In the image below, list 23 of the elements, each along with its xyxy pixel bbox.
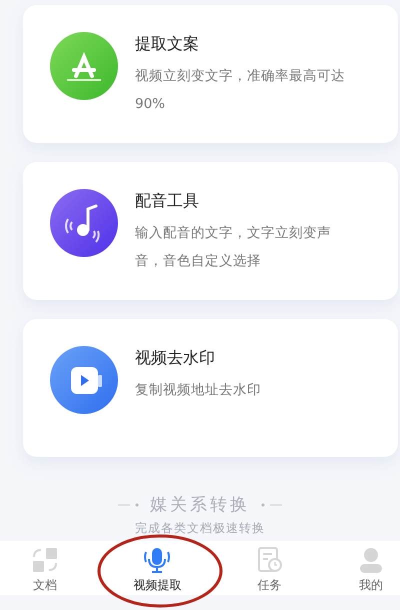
feature-description: 视频立刻变文字，准确率最高可达90% [135,67,345,114]
feature-title: 提取文案 [135,33,200,55]
feature-card[interactable]: 提取文案 视频立刻变文字，准确率最高可达90% [23,5,398,143]
feature-description: 复制视频地址去水印 [135,381,262,400]
video-play-icon [50,346,118,414]
music-note-icon [50,189,118,257]
microphone-icon [143,547,172,573]
feature-title: 视频去水印 [135,347,216,369]
tab[interactable]: 文档 [28,541,62,595]
convert-icon [32,547,58,573]
feature-title: 配音工具 [135,190,200,212]
section-subtitle: 完成各类文档极速转换 [135,520,265,537]
feature-description: 输入配音的文字，文字立刻变声音，音色自定义选择 [135,224,332,271]
section-title: 媒关系转换 [150,494,250,516]
tab[interactable]: 任务 [252,541,287,595]
user-icon [358,547,384,573]
feature-card[interactable]: 视频去水印 复制视频地址去水印 [23,319,398,457]
dash-dot-icon [118,502,140,506]
dash-dot-icon [260,502,282,506]
tab[interactable]: 我的 [354,541,388,595]
feature-card[interactable]: 配音工具 输入配音的文字，文字立刻变声音，音色自定义选择 [23,162,398,300]
task-clock-icon [256,547,283,573]
app-store-icon [50,32,118,100]
